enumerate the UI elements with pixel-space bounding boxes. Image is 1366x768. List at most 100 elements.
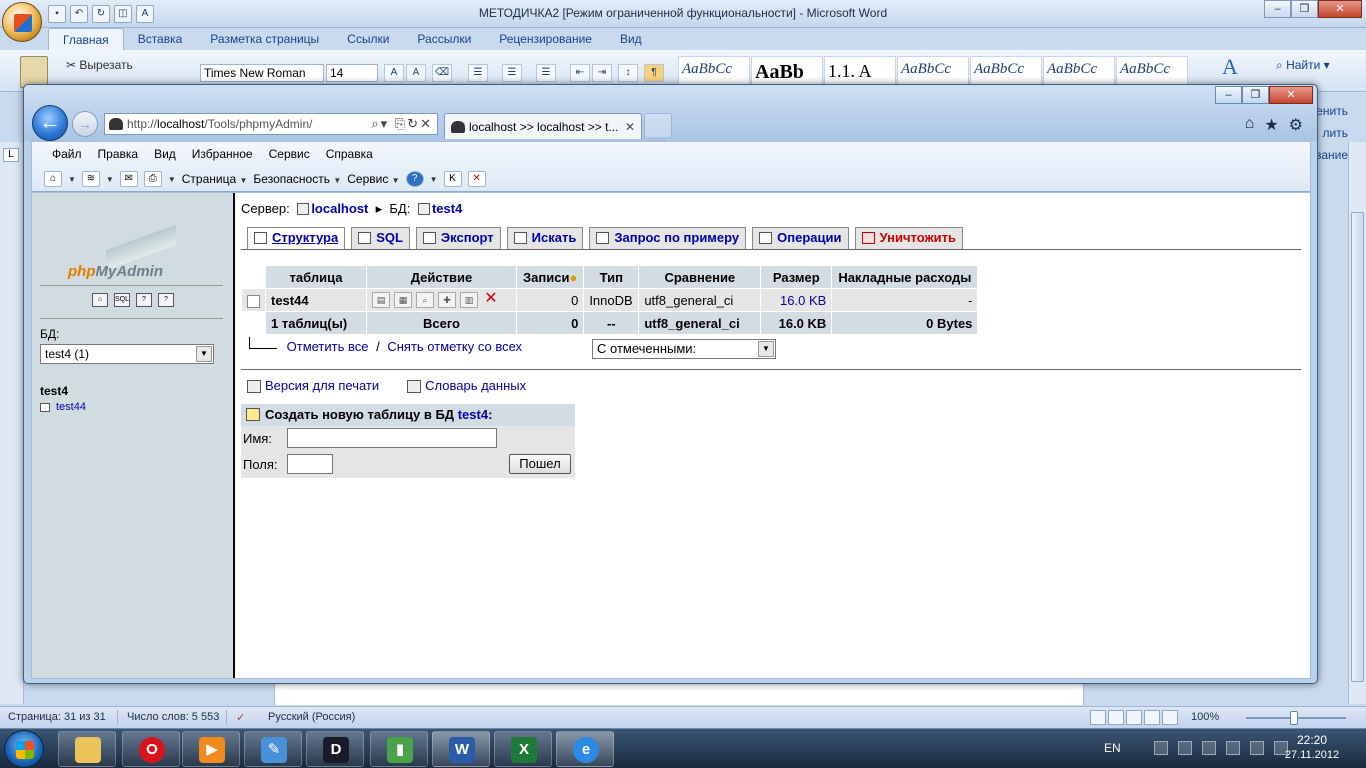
chevron-down-icon[interactable]: ▼ [430,175,438,184]
tab-query[interactable]: Запрос по примеру [589,227,747,249]
chevron-down-icon[interactable]: ▼ [758,341,774,357]
research-icon[interactable]: K [443,171,462,187]
chevron-down-icon[interactable]: ▼ [68,175,76,184]
taskbar-media-player[interactable]: ▶ [182,731,240,767]
row-checkbox[interactable] [247,294,260,308]
volume-icon[interactable] [1226,741,1240,755]
office-button[interactable] [2,2,42,42]
web-layout-icon[interactable] [1126,710,1142,725]
ruler-tab-selector-icon[interactable]: L [3,148,19,162]
numbering-icon[interactable]: ☰ [502,64,522,82]
tab-operations[interactable]: Операции [752,227,849,249]
clock[interactable]: 22:20 27.11.2012 [1282,733,1342,763]
minimize-button[interactable]: – [1264,0,1291,18]
font-size-box[interactable]: 14 [326,64,378,82]
header-overhead[interactable]: Накладные расходы [832,266,978,288]
drop-icon[interactable]: ✕ [482,291,500,308]
tab-export[interactable]: Экспорт [415,227,501,249]
menu-edit[interactable]: Правка [90,145,147,163]
style-item[interactable]: AaBb [751,56,823,86]
address-bar[interactable]: http://localhost/Tools/phpmyAdmin/ ⌕▾ ⎘↻… [104,113,438,135]
taskbar-explorer[interactable] [58,731,116,767]
proofing-icon[interactable]: ✓ [236,711,245,724]
gear-icon[interactable]: ⚙ [1289,115,1303,135]
tab-search[interactable]: Искать [506,227,584,249]
chevron-down-icon[interactable]: ▼ [196,346,212,362]
server-link[interactable]: localhost [311,201,368,216]
create-db-link[interactable]: test4 [458,407,488,422]
ribbon-tab-mailings[interactable]: Рассылки [403,28,485,50]
addon-icon[interactable]: ✕ [467,171,486,187]
nav-table-link[interactable]: test44 [40,401,86,413]
taskbar-opera[interactable]: O [122,731,180,767]
table-icon[interactable] [40,402,50,412]
print-layout-icon[interactable] [1090,710,1106,725]
tab-sql[interactable]: SQL [351,227,410,249]
home-icon[interactable]: ⌂ [92,293,108,307]
outline-icon[interactable] [1144,710,1160,725]
change-styles-icon[interactable]: A [1210,54,1250,88]
menu-favorites[interactable]: Избранное [184,145,261,163]
maximize-button[interactable]: ❐ [1242,86,1269,104]
close-button[interactable]: ✕ [1269,86,1313,104]
style-item[interactable]: 1.1. A [824,56,896,86]
close-button[interactable]: ✕ [1318,0,1362,18]
flag-icon[interactable] [1154,741,1168,755]
docs-icon[interactable]: ? [158,293,174,307]
minimize-button[interactable]: – [1215,86,1242,104]
help-icon[interactable]: ? [136,293,152,307]
start-button[interactable] [4,730,44,768]
row-table-name[interactable]: test44 [266,289,366,311]
print-view-link[interactable]: Версия для печати [265,378,379,393]
zoom-level[interactable]: 100% [1191,711,1219,723]
maximize-button[interactable]: ❐ [1291,0,1318,18]
check-all-link[interactable]: Отметить все [287,339,369,354]
menu-view[interactable]: Вид [146,145,184,163]
taskbar-paint[interactable]: ✎ [244,731,302,767]
print-icon[interactable]: ⎙ [143,171,162,187]
ribbon-tab-layout[interactable]: Разметка страницы [196,28,333,50]
browser-tab[interactable]: localhost >> localhost >> t... ✕ [444,113,642,139]
multilevel-icon[interactable]: ☰ [536,64,556,82]
font-name-box[interactable]: Times New Roman [200,64,324,82]
grow-font-icon[interactable]: A [384,64,404,82]
document-page[interactable] [274,683,1084,705]
header-size[interactable]: Размер [761,266,832,288]
chevron-down-icon[interactable]: ▼ [106,175,114,184]
taskbar-chart-app[interactable]: ▮ [370,731,428,767]
row-size-link[interactable]: 16.0 KB [780,293,826,308]
display-icon[interactable] [1178,741,1192,755]
nav-db-name[interactable]: test4 [40,384,68,398]
language-indicator[interactable]: EN [1104,741,1121,755]
style-item[interactable]: AaBbCc [678,56,750,86]
pma-logo[interactable]: phpMyAdmin [62,213,212,289]
rss-icon[interactable]: ≋ [81,171,100,187]
zoom-slider-knob[interactable] [1290,711,1298,725]
style-item[interactable]: AaBbCc [970,56,1042,86]
db-select[interactable]: test4 (1) ▼ [40,344,214,364]
security-menu[interactable]: Безопасность ▼ [253,172,341,186]
header-collation[interactable]: Сравнение [639,266,761,288]
full-screen-icon[interactable] [1108,710,1124,725]
increase-indent-icon[interactable]: ⇥ [592,64,612,82]
go-button[interactable]: Пошел [509,454,571,474]
table-name-input[interactable] [287,428,497,448]
address-tools-icon[interactable]: ⌕▾ ⎘↻✕ [371,114,433,134]
header-records[interactable]: Записи● [517,266,584,288]
search-icon[interactable]: ⌕ [416,292,434,309]
structure-icon[interactable]: ▦ [394,292,412,309]
taskbar-word[interactable]: W [432,731,490,767]
ribbon-tab-home[interactable]: Главная [48,28,124,50]
sort-icon[interactable]: ↕ [618,64,638,82]
new-tab-button[interactable] [644,113,672,137]
chevron-down-icon[interactable]: ▼ [168,175,176,184]
word-count[interactable]: Число слов: 5 553 [127,711,219,723]
taskbar-daemon[interactable]: D [306,731,364,767]
antivirus-icon[interactable] [1250,741,1264,755]
fields-count-input[interactable] [287,454,333,474]
browse-icon[interactable]: ▤ [372,292,390,309]
insert-icon[interactable]: ✚ [438,292,456,309]
hint-bulb-icon[interactable]: ● [569,270,577,285]
help-icon[interactable]: ? [405,171,424,187]
data-dict-link[interactable]: Словарь данных [425,378,526,393]
